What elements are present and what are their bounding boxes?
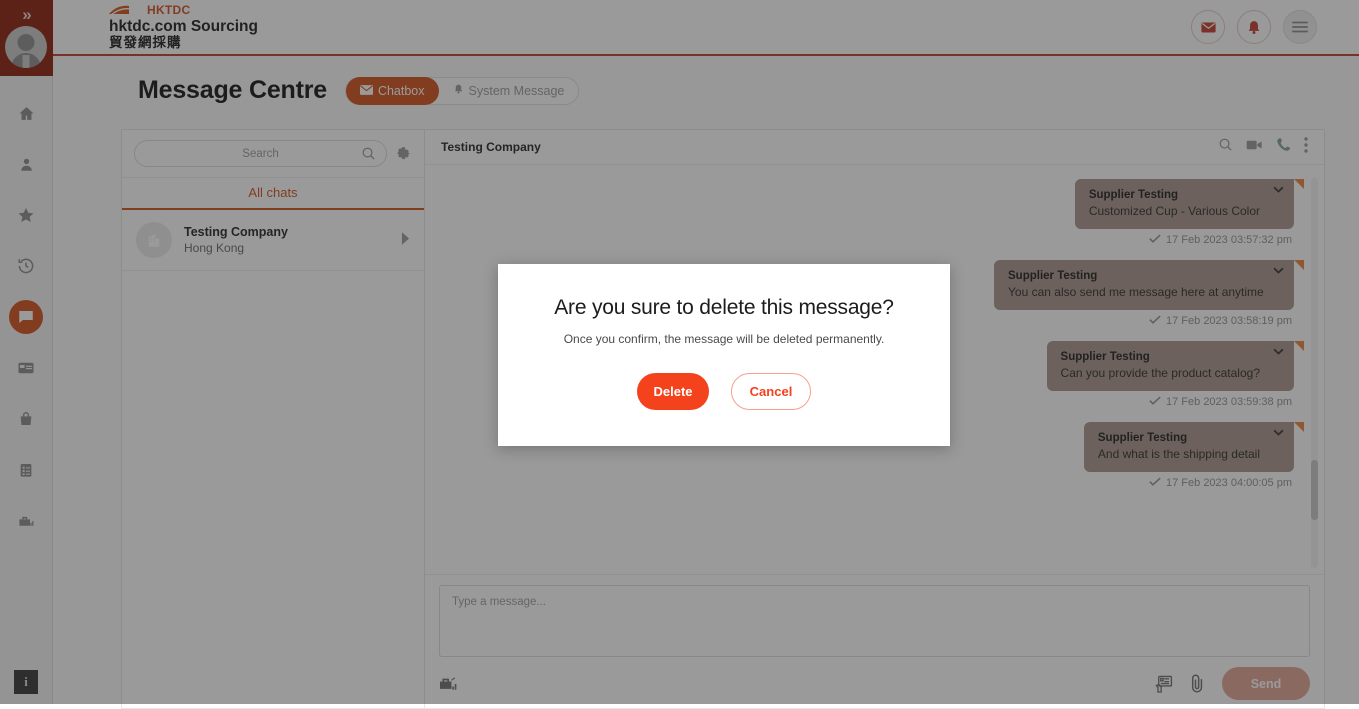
dialog-subtitle: Once you confirm, the message will be de…	[564, 332, 885, 346]
delete-button[interactable]: Delete	[637, 373, 709, 410]
dialog-title: Are you sure to delete this message?	[554, 296, 894, 320]
delete-confirm-dialog: Are you sure to delete this message? Onc…	[498, 264, 950, 446]
dialog-actions: Delete Cancel	[637, 373, 811, 410]
cancel-button[interactable]: Cancel	[731, 373, 811, 410]
